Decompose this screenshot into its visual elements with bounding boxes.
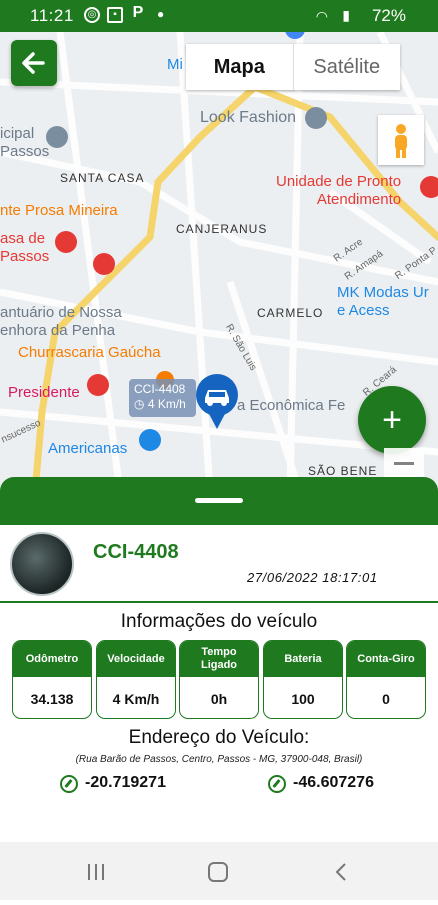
address-text: (Rua Barão de Passos, Centro, Passos - M… bbox=[75, 754, 363, 765]
back-button[interactable] bbox=[11, 40, 57, 86]
metric-label: Velocidade bbox=[97, 641, 175, 677]
compass-icon bbox=[268, 775, 286, 793]
status-bar: 11:21 ◎ ▪ P ● ◠ ▮ 72% bbox=[0, 0, 438, 32]
latitude-value: -20.719271 bbox=[85, 774, 166, 791]
metric-card-conta-giro: Conta-Giro 0 bbox=[346, 640, 426, 719]
notification-dot-icon: ● bbox=[157, 7, 165, 21]
map-label-americanas: Americanas bbox=[48, 440, 128, 457]
divider bbox=[0, 601, 438, 603]
longitude-value: -46.607276 bbox=[293, 774, 374, 791]
bottom-sheet-header[interactable] bbox=[0, 477, 438, 525]
metric-label: Tempo Ligado bbox=[180, 641, 258, 677]
vehicle-marker-plate: CCI-4408 bbox=[134, 382, 186, 396]
map-type-tabs: Mapa Satélite bbox=[186, 44, 400, 90]
vehicle-datetime: 27/06/2022 18:17:01 bbox=[247, 570, 378, 585]
add-button[interactable]: + bbox=[358, 386, 426, 454]
minus-icon bbox=[394, 462, 414, 465]
map-label-santa-casa: SANTA CASA bbox=[60, 171, 145, 185]
battery-level: 72% bbox=[371, 6, 406, 25]
map-label-pronto-atendimento: Unidade de Pronto Atendimento bbox=[276, 173, 402, 208]
pegman-icon bbox=[395, 124, 407, 158]
metric-card-odometro: Odômetro 34.138 bbox=[12, 640, 92, 719]
metric-value: 0h bbox=[210, 690, 228, 707]
tab-satelite[interactable]: Satélite bbox=[294, 44, 401, 90]
zoom-out-button[interactable] bbox=[384, 448, 424, 478]
vehicle-pin[interactable] bbox=[196, 374, 238, 429]
map-label-santuario: antuário de Nossa enhora da Penha bbox=[0, 304, 122, 339]
metric-label: Odômetro bbox=[13, 641, 91, 677]
home-icon bbox=[208, 862, 228, 882]
signal-icon: ▮ bbox=[342, 7, 350, 23]
tab-mapa[interactable]: Mapa bbox=[186, 44, 294, 90]
nav-buttons bbox=[88, 862, 346, 882]
map-label-look-fashion: Look Fashion bbox=[200, 109, 297, 126]
map-label-churrascaria: Churrascaria Gaúcha bbox=[18, 344, 161, 361]
map-label-canjeranus: CANJERANUS bbox=[176, 222, 268, 236]
vehicle-info-title: Informações do veículo bbox=[120, 611, 318, 632]
address-title: Endereço do Veículo: bbox=[128, 727, 310, 748]
metric-card-bateria: Bateria 100 bbox=[263, 640, 343, 719]
vehicle-marker-speed: 4 Km/h bbox=[147, 397, 186, 411]
vehicle-marker-label[interactable]: CCI-4408 ◷ 4 Km/h bbox=[129, 379, 196, 417]
metric-value: 4 Km/h bbox=[112, 690, 160, 707]
metric-label: Bateria bbox=[264, 641, 342, 677]
restaurant-pin-icon bbox=[93, 253, 115, 275]
compass-icon bbox=[60, 775, 78, 793]
map-label-economica: a Econômica Fe bbox=[237, 397, 346, 414]
map-label-prosa-mineira: nte Prosa Mineira bbox=[0, 202, 118, 219]
map-label-mk-modas: MK Modas Ur e Acess bbox=[337, 284, 429, 319]
street-view-button[interactable] bbox=[378, 115, 424, 165]
map-label-carmelo: CARMELO bbox=[257, 306, 324, 320]
metric-label: Conta-Giro bbox=[347, 641, 425, 677]
system-nav-bar bbox=[0, 842, 438, 900]
image-icon: ▪ bbox=[107, 7, 123, 23]
car-icon bbox=[205, 390, 229, 429]
map-label-sao-bene: SÃO BENE bbox=[308, 464, 378, 478]
map-label-municipal: icipal Passos bbox=[0, 125, 50, 160]
map-label-presidente: Presidente bbox=[8, 384, 80, 401]
whatsapp-icon: ◎ bbox=[84, 7, 100, 23]
wifi-icon: ◠ bbox=[315, 8, 328, 24]
map-label-m: Mi bbox=[167, 56, 183, 73]
vehicle-avatar bbox=[10, 532, 74, 596]
speed-icon: ◷ bbox=[134, 397, 148, 411]
map-label-casa-de-passos: asa de Passos bbox=[0, 230, 50, 265]
plus-icon: + bbox=[382, 401, 402, 439]
metric-card-tempo-ligado: Tempo Ligado 0h bbox=[179, 640, 259, 719]
vehicle-plate: CCI-4408 bbox=[93, 541, 179, 563]
back-nav-icon bbox=[335, 863, 346, 881]
parking-icon: P bbox=[132, 4, 144, 21]
status-time: 11:21 bbox=[30, 6, 74, 25]
metric-value: 100 bbox=[291, 690, 315, 707]
metric-value: 34.138 bbox=[30, 690, 74, 707]
recents-icon bbox=[88, 864, 104, 880]
metric-value: 0 bbox=[382, 690, 390, 707]
drag-handle[interactable] bbox=[195, 498, 243, 503]
metric-card-velocidade: Velocidade 4 Km/h bbox=[96, 640, 176, 719]
arrow-left-icon bbox=[22, 52, 45, 74]
